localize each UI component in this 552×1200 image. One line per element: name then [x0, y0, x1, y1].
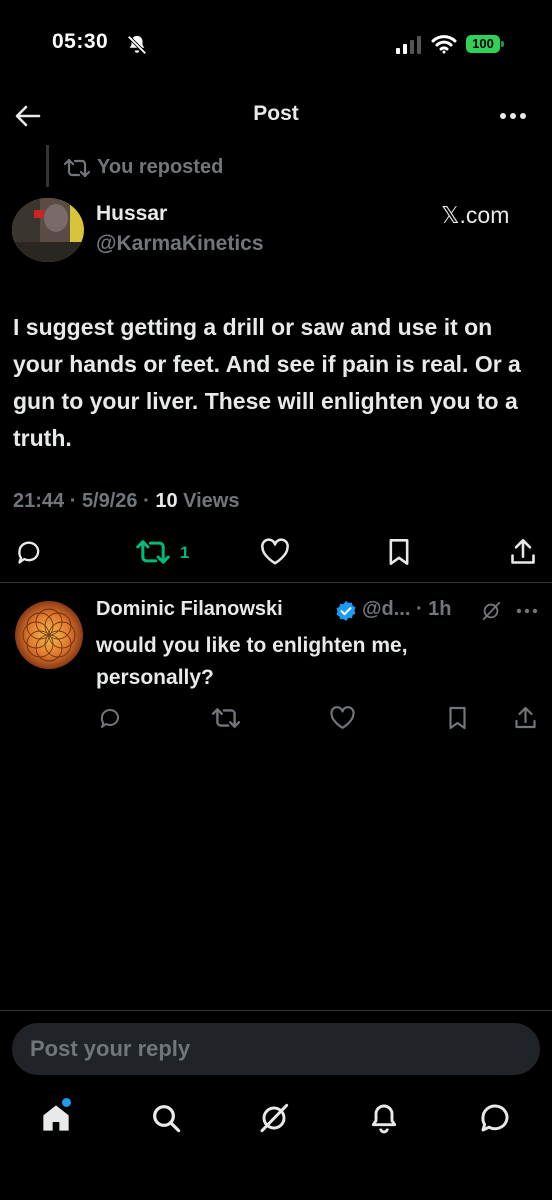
nav-notifications-icon[interactable]: [368, 1102, 400, 1134]
signal-icon: [396, 36, 422, 54]
nav-messages-icon[interactable]: [479, 1102, 511, 1134]
battery-cap: [501, 41, 504, 47]
repost-icon: [64, 157, 90, 179]
reply-time: 1h: [428, 598, 452, 620]
nav-search-icon[interactable]: [150, 1102, 182, 1134]
post-time: 21:44: [13, 490, 65, 512]
post-date: 5/9/26: [81, 490, 138, 512]
reply-input-placeholder: Post your reply: [30, 1036, 191, 1061]
author-avatar[interactable]: [12, 198, 84, 262]
reply-icon[interactable]: [16, 538, 44, 566]
reply-avatar[interactable]: [14, 600, 84, 670]
views-label: Views: [183, 490, 240, 512]
retweet-count: 1: [180, 543, 190, 562]
bell-slash-icon: [126, 34, 148, 56]
reply-share-icon[interactable]: [514, 706, 537, 730]
reply-retweet-icon[interactable]: [212, 706, 240, 730]
reply-more-icon[interactable]: [516, 608, 538, 614]
reply-text: would you like to enlighten me, personal…: [96, 634, 408, 689]
bookmark-icon[interactable]: [387, 538, 411, 566]
grok-icon[interactable]: [480, 600, 502, 622]
reply-meta: @d... · 1h: [362, 598, 452, 620]
nav-grok-icon[interactable]: [258, 1102, 290, 1134]
post-source: 𝕏.com: [441, 202, 510, 228]
reply-bookmark-icon[interactable]: [447, 706, 468, 730]
post-meta: 21:44 · 5/9/26 · 10 Views: [13, 490, 240, 512]
retweet-icon[interactable]: [136, 538, 170, 566]
wifi-icon: [431, 33, 457, 55]
post-text: I suggest getting a drill or saw and use…: [13, 314, 521, 451]
author-name[interactable]: Hussar: [96, 202, 167, 226]
divider: [0, 582, 552, 583]
composer-divider: [0, 1010, 552, 1011]
reply-like-icon[interactable]: [329, 706, 356, 730]
more-options-icon[interactable]: [499, 112, 527, 120]
thread-line: [46, 145, 49, 187]
reply-author-handle: @d...: [362, 598, 411, 620]
repost-label: You reposted: [97, 156, 224, 178]
page-title: Post: [253, 102, 299, 125]
like-icon[interactable]: [260, 538, 290, 566]
verified-badge-icon: [335, 600, 357, 622]
reply-reply-icon[interactable]: [98, 706, 124, 730]
battery-indicator: 100: [466, 35, 500, 53]
home-notification-dot: [62, 1098, 71, 1107]
status-time: 05:30: [52, 30, 109, 53]
views-count: 10: [155, 490, 178, 512]
reply-author-name[interactable]: Dominic Filanowski: [96, 598, 283, 621]
author-handle[interactable]: @KarmaKinetics: [96, 232, 264, 256]
share-icon[interactable]: [510, 538, 536, 566]
